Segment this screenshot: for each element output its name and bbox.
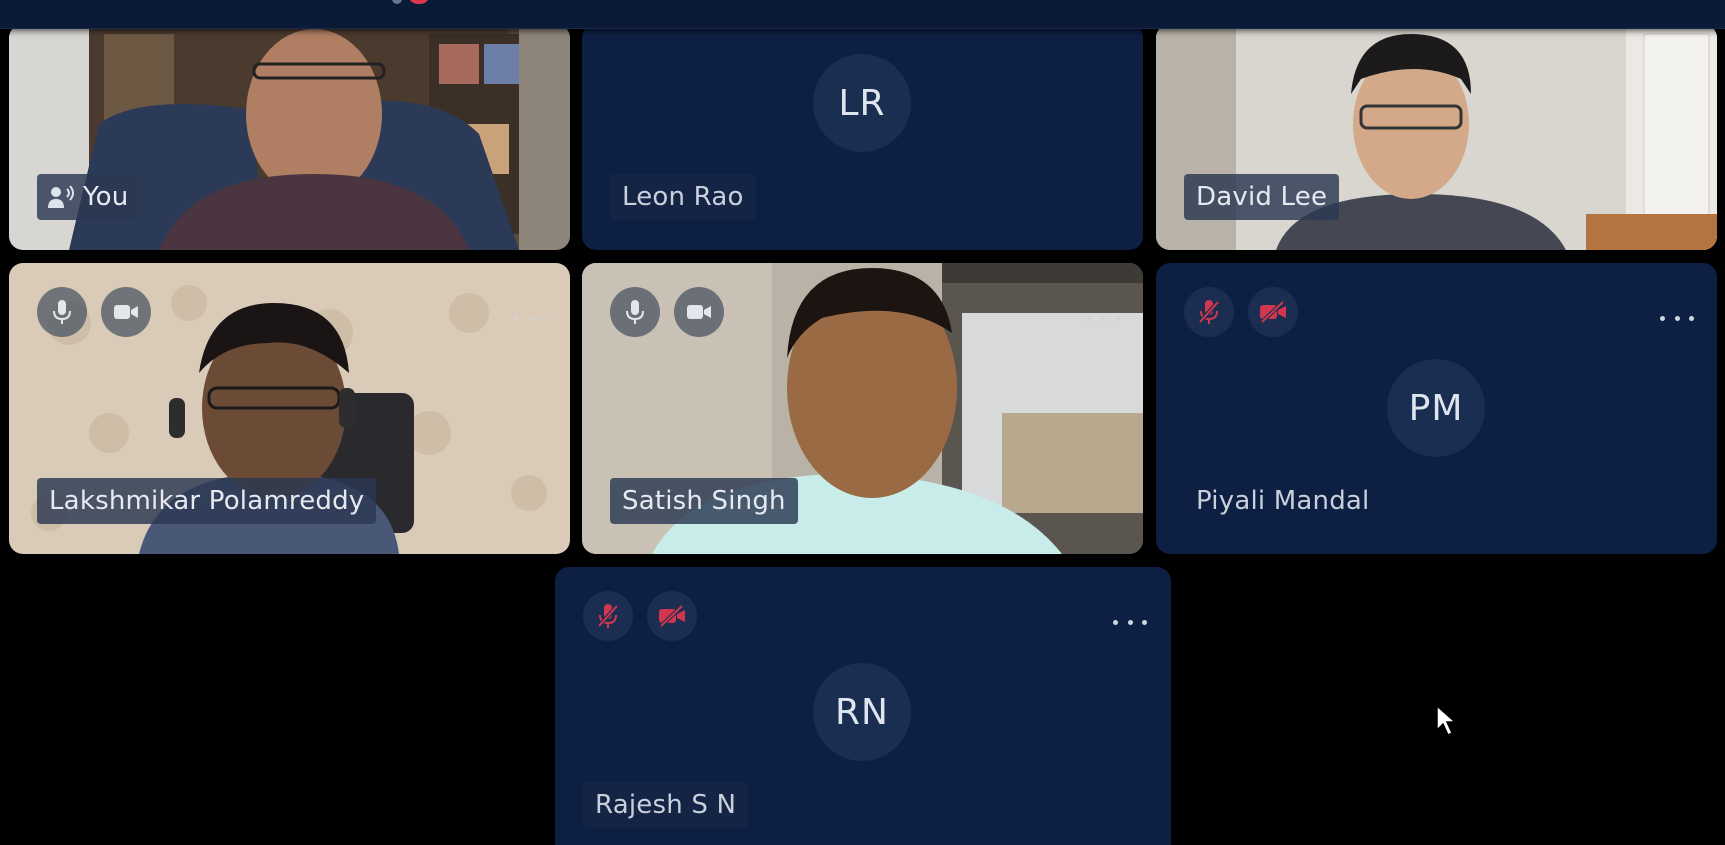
camera-button[interactable] [101, 287, 151, 337]
camera-icon [114, 305, 138, 319]
notification-badge [408, 0, 430, 4]
microphone-button[interactable] [37, 287, 87, 337]
participant-name: Rajesh S N [595, 790, 737, 820]
more-options-button[interactable] [1660, 312, 1694, 324]
camera-off-button[interactable] [647, 591, 697, 641]
microphone-button[interactable] [610, 287, 660, 337]
participant-nameplate: Leon Rao [610, 174, 756, 220]
camera-icon [687, 305, 711, 319]
more-options-button[interactable] [1113, 616, 1147, 628]
participant-name: Lakshmikar Polamreddy [49, 486, 365, 516]
participant-nameplate: David Lee [1184, 174, 1340, 220]
avatar: RN [813, 663, 911, 761]
participant-tile-david[interactable]: David Lee [1156, 24, 1717, 250]
more-options-button[interactable] [513, 312, 547, 324]
participant-name: You [83, 182, 129, 212]
microphone-muted-button[interactable] [583, 591, 633, 641]
participant-tile-leon[interactable]: LR Leon Rao [582, 24, 1143, 250]
microphone-muted-icon [597, 604, 619, 628]
mouse-cursor-icon [1436, 704, 1457, 737]
microphone-muted-icon [1198, 300, 1220, 324]
participant-tile-piyali[interactable]: PM Piyali Mandal [1156, 263, 1717, 554]
participant-nameplate: Lakshmikar Polamreddy [37, 478, 377, 524]
camera-off-icon [1260, 301, 1286, 323]
participant-name: Satish Singh [622, 486, 786, 516]
top-toolbar [0, 0, 1725, 29]
camera-off-button[interactable] [1248, 287, 1298, 337]
avatar: PM [1387, 359, 1485, 457]
microphone-icon [626, 300, 644, 324]
participant-nameplate: Satish Singh [610, 478, 798, 524]
participant-tile-lakshmikar[interactable]: Lakshmikar Polamreddy [9, 263, 570, 554]
speaker-icon [48, 185, 74, 208]
toolbar-item-partial [392, 0, 402, 4]
participant-nameplate: Piyali Mandal [1184, 478, 1381, 524]
microphone-muted-button[interactable] [1184, 287, 1234, 337]
avatar: LR [813, 54, 911, 152]
participant-nameplate: You [37, 174, 139, 220]
participant-nameplate: Rajesh S N [583, 782, 749, 828]
camera-button[interactable] [674, 287, 724, 337]
more-options-button[interactable] [1086, 312, 1120, 324]
participant-tile-rajesh[interactable]: RN Rajesh S N [555, 567, 1171, 845]
participant-tile-you[interactable]: You [9, 24, 570, 250]
participant-name: Piyali Mandal [1196, 486, 1370, 516]
participant-tile-satish[interactable]: Satish Singh [582, 263, 1143, 554]
microphone-icon [53, 300, 71, 324]
camera-off-icon [659, 605, 685, 627]
participant-name: David Lee [1196, 182, 1328, 212]
video-call-grid: You LR Leon Rao David Lee Lakshmikar Pol… [0, 0, 1725, 845]
participant-name: Leon Rao [622, 182, 744, 212]
